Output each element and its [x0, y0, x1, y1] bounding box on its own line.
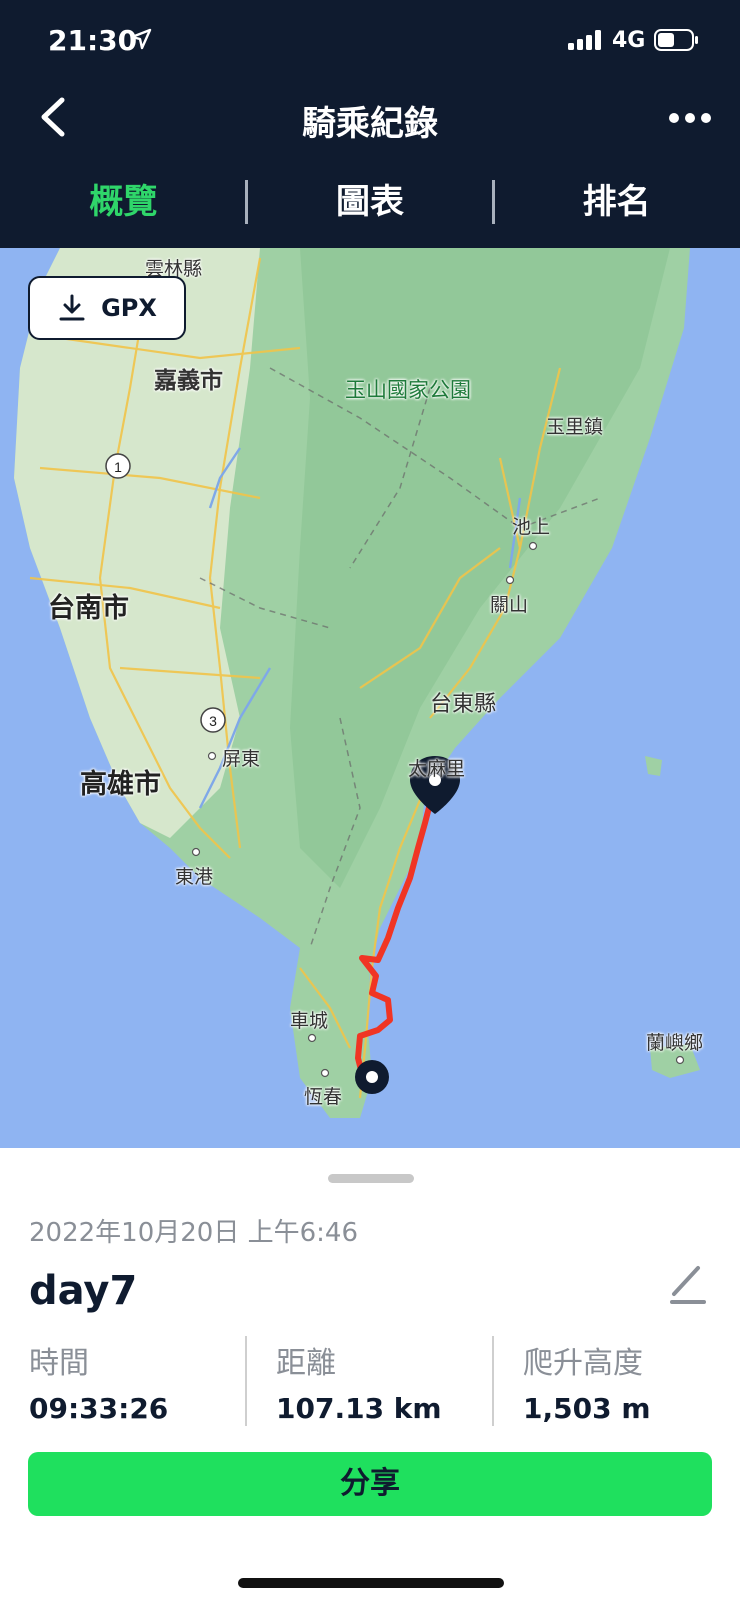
status-time: 21:30: [48, 24, 138, 57]
stat-distance-label: 距離: [276, 1346, 336, 1381]
share-button[interactable]: 分享: [28, 1452, 712, 1516]
cellular-signal-icon: [568, 30, 601, 50]
map-label-taitung: 台東縣: [430, 692, 497, 717]
stat-time-label: 時間: [29, 1346, 89, 1381]
map-label-kaohsiung: 高雄市: [80, 769, 161, 800]
map-label-hengchun: 恆春: [304, 1086, 343, 1108]
map-label-pingtung: 屏東: [222, 748, 261, 770]
network-type: 4G: [612, 28, 646, 53]
route-map[interactable]: 1 3 雲林縣 嘉義市 玉山國家公園 玉里鎮 池上 關山 台南市 台東縣 屏東 …: [0, 248, 740, 1150]
gpx-download-button[interactable]: GPX: [28, 276, 186, 340]
stat-elevation-value: 1,503 m: [523, 1392, 651, 1425]
tab-divider: [245, 180, 248, 224]
gpx-label: GPX: [101, 294, 157, 322]
more-options-icon[interactable]: [668, 106, 712, 130]
map-label-donggang: 東港: [175, 866, 214, 888]
map-label-chishang: 池上: [512, 516, 551, 538]
stat-time-value: 09:33:26: [29, 1392, 169, 1425]
tab-bar: 概覽 圖表 排名: [0, 172, 740, 232]
tab-charts[interactable]: 圖表: [247, 172, 494, 232]
map-label-taimali: 太麻里: [408, 758, 466, 780]
map-label-tainan: 台南市: [48, 593, 129, 624]
map-label-checheng: 車城: [290, 1010, 329, 1032]
sheet-drag-handle[interactable]: [328, 1174, 414, 1183]
highway-shield-1-label: 1: [114, 459, 122, 475]
stat-divider: [492, 1336, 494, 1426]
page-title: 騎乘紀錄: [302, 104, 438, 144]
tab-ranking[interactable]: 排名: [493, 172, 740, 232]
stat-distance-value: 107.13 km: [276, 1392, 442, 1425]
home-indicator: [238, 1578, 504, 1588]
map-label-chiayi: 嘉義市: [154, 368, 223, 394]
highway-shield-3: 3: [200, 707, 226, 733]
activity-date: 2022年10月20日 上午6:46: [29, 1218, 358, 1248]
activity-name: day7: [29, 1268, 138, 1314]
header-bar: 21:30 4G 騎乘紀錄 概覽 圖表 排名: [0, 0, 740, 248]
download-icon: [59, 294, 85, 321]
map-label-guanshan: 關山: [490, 594, 529, 616]
map-label-lanyu: 蘭嶼鄉: [646, 1032, 704, 1054]
location-arrow-icon: [130, 28, 152, 50]
map-label-yuli: 玉里鎮: [546, 416, 604, 438]
stat-divider: [245, 1336, 247, 1426]
stat-elevation-label: 爬升高度: [523, 1346, 643, 1381]
highway-shield-3-label: 3: [209, 713, 217, 729]
map-label-yushan-park: 玉山國家公園: [345, 378, 471, 402]
tab-overview[interactable]: 概覽: [0, 172, 247, 232]
start-marker-icon[interactable]: [355, 1060, 389, 1094]
tab-divider: [492, 180, 495, 224]
battery-icon: [654, 29, 698, 51]
highway-shield-1: 1: [105, 453, 131, 479]
edit-icon[interactable]: [668, 1262, 708, 1306]
